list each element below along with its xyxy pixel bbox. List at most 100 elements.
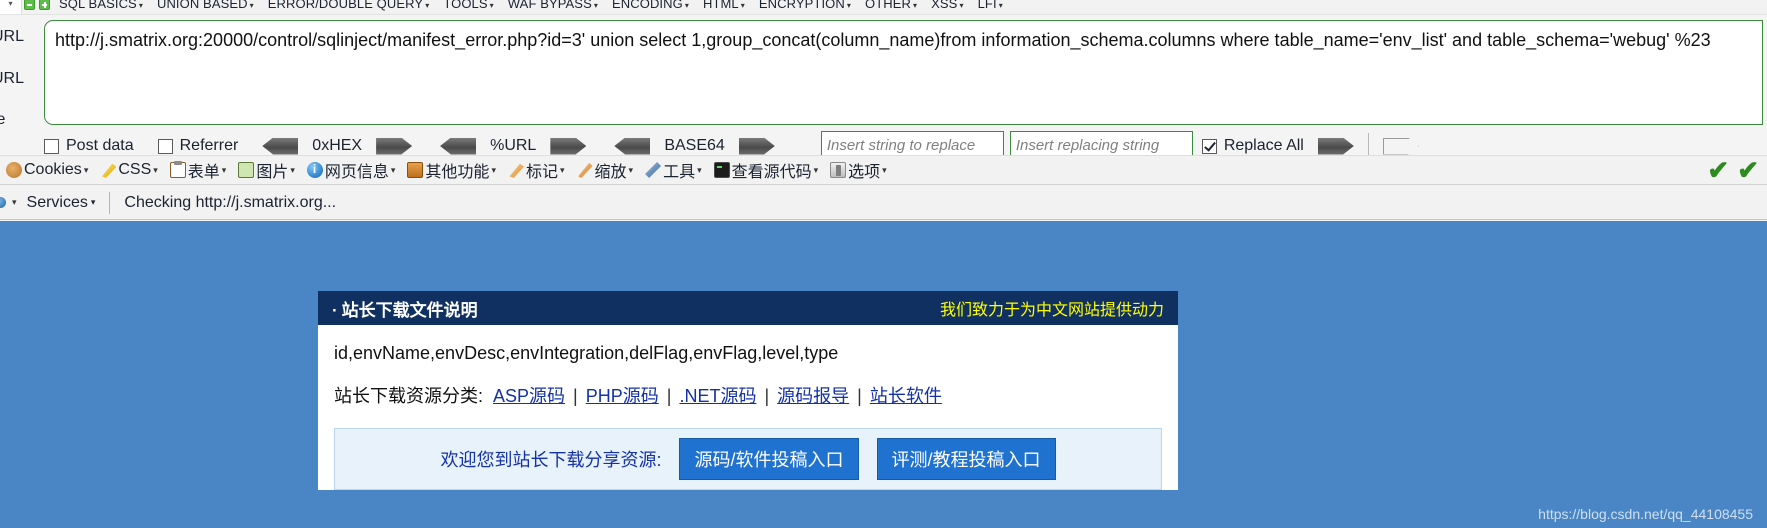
hex-decode-arrow-icon[interactable] — [262, 137, 299, 155]
menu-item-waf-bypass[interactable]: WAF BYPASS ▾ — [501, 0, 605, 11]
link-separator: | — [857, 386, 862, 406]
checkbox-box[interactable] — [44, 138, 59, 154]
zoom-icon — [578, 162, 593, 178]
category-label: 站长下载资源分类: — [334, 386, 484, 406]
chevron-down-icon: ▾ — [559, 164, 565, 175]
load-url-button[interactable]: URL — [0, 28, 24, 46]
url-decode-arrow-icon[interactable] — [440, 137, 477, 155]
submit-source-button[interactable]: 源码/软件投稿入口 — [679, 438, 859, 480]
chevron-down-icon: ▾ — [153, 164, 158, 175]
menu-item-html[interactable]: HTML ▾ — [696, 0, 752, 11]
category-link-report[interactable]: 源码报导 — [777, 382, 849, 408]
webdev-item-options[interactable]: 选项 ▾ — [824, 158, 893, 182]
chevron-down-icon: ▾ — [913, 0, 918, 10]
menu-item-tools[interactable]: TOOLS ▾ — [436, 0, 500, 11]
status-bar: ▾ Services ▾ Checking http://j.smatrix.o… — [0, 186, 1767, 220]
webdev-item-label: 查看源代码 — [731, 164, 812, 181]
menu-item-encoding[interactable]: ENCODING ▾ — [605, 0, 696, 11]
hex-encode-arrow-icon[interactable] — [376, 137, 413, 155]
category-link-asp[interactable]: ASP源码 — [493, 382, 565, 408]
chevron-down-icon: ▾ — [628, 164, 634, 175]
menu-item-encryption[interactable]: ENCRYPTION ▾ — [752, 0, 858, 11]
chevron-down-icon: ▾ — [90, 197, 96, 207]
base64-decode-arrow-icon[interactable] — [614, 137, 651, 155]
post-data-checkbox[interactable]: Post data — [44, 137, 134, 155]
webdev-item-outline[interactable]: 标记 ▾ — [502, 158, 571, 182]
services-menu[interactable]: Services ▾ — [27, 194, 96, 212]
plus-icon[interactable] — [39, 0, 50, 10]
options-icon — [830, 162, 847, 178]
sqli-result-text: id,envName,envDesc,envIntegration,delFla… — [334, 343, 839, 363]
menu-item-error-double-query[interactable]: ERROR/DOUBLE QUERY ▾ — [261, 0, 437, 11]
category-line: 站长下载资源分类: ASP源码 | PHP源码 | .NET源码 | 源码报导 … — [334, 382, 1162, 408]
split-url-button[interactable]: URL — [0, 70, 24, 88]
info-icon — [306, 162, 323, 178]
category-link-php[interactable]: PHP源码 — [586, 382, 659, 408]
checkbox-box[interactable] — [157, 138, 173, 154]
webdev-status-icons: ✔ ✔ — [1707, 157, 1767, 183]
execute-button[interactable]: te — [0, 111, 5, 129]
chevron-down-icon: ▾ — [593, 0, 598, 10]
menu-collapse-caret[interactable]: ▾ — [0, 0, 22, 14]
checkbox-box[interactable] — [1201, 138, 1217, 154]
webdev-item-label: 缩放 — [594, 164, 627, 181]
card-title-text: 站长下载文件说明 — [341, 300, 478, 320]
watermark: https://blog.csdn.net/qq_44108455 — [1538, 506, 1753, 522]
menu-item-label: UNION BASED — [156, 0, 248, 11]
menu-item-label: XSS — [931, 0, 958, 11]
replace-to-placeholder: Insert replacing string — [1015, 137, 1160, 154]
menu-item-other[interactable]: OTHER ▾ — [858, 0, 924, 11]
chevron-down-icon: ▾ — [846, 0, 852, 10]
submit-review-button[interactable]: 评测/教程投稿入口 — [876, 438, 1056, 480]
replace-secondary-arrow-icon[interactable] — [1382, 137, 1419, 155]
chevron-down-icon: ▾ — [425, 0, 430, 10]
webdev-item-css[interactable]: CSS ▾ — [94, 161, 163, 179]
hackbar-side-buttons: URL URL te — [0, 15, 38, 155]
image-icon — [238, 162, 255, 178]
menu-item-sql-basics[interactable]: SQL BASICS ▾ — [52, 0, 150, 11]
webdev-item-resize[interactable]: 缩放 ▾ — [571, 158, 640, 182]
chevron-down-icon[interactable]: ▾ — [12, 197, 17, 208]
category-link-net[interactable]: .NET源码 — [679, 382, 756, 408]
menu-item-union-based[interactable]: UNION BASED ▾ — [150, 0, 261, 11]
url-encode-arrow-icon[interactable] — [550, 137, 587, 155]
referrer-checkbox[interactable]: Referrer — [157, 137, 238, 155]
webdev-item-cookies[interactable]: Cookies ▾ — [0, 161, 94, 179]
source-icon — [713, 162, 730, 178]
chevron-down-icon: ▾ — [221, 164, 227, 175]
chevron-down-icon: ▾ — [489, 0, 494, 10]
webdev-item-misc[interactable]: 其他功能 ▾ — [401, 158, 502, 182]
replace-action-buttons — [1317, 137, 1354, 155]
replace-all-label: Replace All — [1223, 137, 1304, 154]
menu-item-lfi[interactable]: LFI ▾ — [971, 0, 1010, 11]
webdev-toolbar: Cookies ▾ CSS ▾ 表单 ▾ 图片 ▾ 网页信息 ▾ 其他功能 ▾ — [0, 155, 1767, 185]
replace-from-placeholder: Insert string to replace — [826, 137, 976, 154]
promo-text: 欢迎您到站长下载分享资源: — [440, 450, 662, 470]
webdev-item-tools[interactable]: 工具 ▾ — [639, 158, 708, 182]
webdev-item-page-info[interactable]: 网页信息 ▾ — [301, 158, 402, 182]
minus-icon[interactable] — [24, 0, 35, 10]
menu-item-label: LFI — [977, 0, 997, 11]
replace-apply-arrow-icon[interactable] — [1317, 137, 1354, 155]
replace-all-checkbox[interactable]: Replace All — [1201, 137, 1304, 155]
base64-encode-group: BASE64 — [614, 137, 775, 155]
form-icon — [169, 161, 186, 178]
webdev-item-label: 其他功能 — [425, 164, 490, 181]
card-title: · 站长下载文件说明 — [332, 296, 478, 321]
tools-icon — [645, 162, 662, 178]
webdev-item-images[interactable]: 图片 ▾ — [232, 158, 301, 182]
webdev-item-view-source[interactable]: 查看源代码 ▾ — [708, 158, 825, 182]
check-mark-icon[interactable]: ✔ — [1737, 157, 1759, 183]
webdev-item-forms[interactable]: 表单 ▾ — [164, 158, 233, 182]
menu-item-label: ENCRYPTION — [758, 0, 845, 11]
check-mark-icon[interactable]: ✔ — [1707, 157, 1729, 183]
menu-item-label: ENCODING — [611, 0, 683, 11]
url-input[interactable]: http://j.smatrix.org:20000/control/sqlin… — [44, 20, 1763, 125]
chevron-down-icon: ▾ — [138, 0, 143, 10]
url-encode-group: %URL — [440, 137, 587, 155]
base64-encode-arrow-icon[interactable] — [738, 137, 775, 155]
link-separator: | — [666, 386, 672, 406]
menu-item-xss[interactable]: XSS ▾ — [924, 0, 970, 11]
webdev-item-label: Cookies — [24, 161, 82, 178]
category-link-software[interactable]: 站长软件 — [870, 382, 942, 408]
